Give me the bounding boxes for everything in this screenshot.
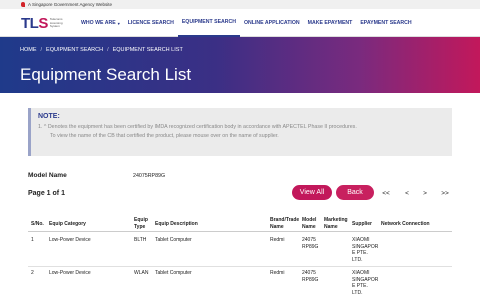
note-line-2: To view the name of the CB that certifie…: [50, 133, 279, 139]
breadcrumb-current: EQUIPMENT SEARCH LIST: [112, 47, 183, 53]
cell-supplier[interactable]: XIAOMI SINGAPOR E PTE. LTD.: [352, 270, 378, 296]
logo-subtitle: Telecoms Licensing System: [49, 17, 63, 29]
table-header-divider: [28, 231, 452, 232]
logo-mark: TLS: [21, 15, 48, 32]
breadcrumb-equipment-search[interactable]: EQUIPMENT SEARCH: [46, 47, 103, 53]
main-navbar: TLS Telecoms Licensing System WHO WE ARE ▾ …: [0, 9, 480, 37]
view-all-button[interactable]: View All: [292, 185, 332, 200]
cell-model: 24075 RP89G: [302, 270, 319, 283]
cell-description: Tablet Computer: [155, 270, 192, 276]
th-sno: S/No.: [31, 221, 44, 227]
chevron-down-icon: ▾: [117, 20, 120, 26]
cell-category: Low-Power Device: [49, 237, 91, 243]
model-name-label: Model Name: [28, 172, 67, 179]
back-button[interactable]: Back: [336, 185, 374, 200]
th-network: Network Connection: [381, 221, 430, 227]
nav-who-we-are[interactable]: WHO WE ARE ▾: [77, 9, 124, 37]
cell-brand: Redmi: [270, 270, 285, 276]
th-description: Equip Description: [155, 221, 198, 227]
row-divider: [28, 266, 452, 267]
breadcrumb: HOME / EQUIPMENT SEARCH / EQUIPMENT SEAR…: [20, 47, 183, 53]
th-brand: Brand/Trade Name: [270, 217, 300, 230]
lion-head-icon: [21, 2, 25, 7]
th-type: Equip Type: [134, 217, 148, 230]
breadcrumb-separator: /: [107, 47, 109, 53]
note-box: NOTE: 1. ^ Denotes the equipment has bee…: [28, 108, 452, 156]
prev-page-button[interactable]: <: [398, 186, 416, 200]
last-page-button[interactable]: >>: [436, 186, 454, 200]
first-page-button[interactable]: <<: [377, 186, 395, 200]
cell-description: Tablet Computer: [155, 237, 192, 243]
page-info: Page 1 of 1: [28, 190, 65, 197]
breadcrumb-home[interactable]: HOME: [20, 47, 37, 53]
th-model: Model Name: [302, 217, 317, 230]
cell-category: Low-Power Device: [49, 270, 91, 276]
cell-model: 24075 RP89G: [302, 237, 319, 250]
cell-sno: 1: [31, 237, 34, 243]
th-marketing: Marketing Name: [324, 217, 348, 230]
cell-brand: Redmi: [270, 237, 285, 243]
breadcrumb-separator: /: [40, 47, 43, 53]
page-title: Equipment Search List: [20, 65, 192, 84]
cell-type: BLTH: [134, 237, 147, 243]
note-title: NOTE:: [38, 113, 60, 120]
gov-banner-text: A Singapore Government Agency Website: [28, 2, 112, 7]
note-line-1: 1. ^ Denotes the equipment has been cert…: [38, 124, 357, 130]
nav-licence-search[interactable]: LICENCE SEARCH: [124, 9, 178, 37]
gov-banner: A Singapore Government Agency Website: [0, 0, 480, 9]
tls-logo[interactable]: TLS Telecoms Licensing System: [21, 14, 63, 33]
cell-type: WLAN: [134, 270, 149, 276]
nav-equipment-search[interactable]: EQUIPMENT SEARCH: [177, 9, 241, 37]
cell-supplier[interactable]: XIAOMI SINGAPOR E PTE. LTD.: [352, 237, 378, 263]
model-name-value: 24075RP89G: [133, 173, 166, 179]
th-category: Equip Category: [49, 221, 86, 227]
nav-epayment-search[interactable]: EPAYMENT SEARCH: [356, 9, 415, 37]
th-supplier: Supplier: [352, 221, 373, 227]
nav-online-application[interactable]: ONLINE APPLICATION: [240, 9, 304, 37]
cell-sno: 2: [31, 270, 34, 276]
model-name-row: Model Name 24075RP89G: [28, 171, 452, 181]
nav-make-epayment[interactable]: MAKE EPAYMENT: [304, 9, 357, 37]
next-page-button[interactable]: >: [416, 186, 434, 200]
